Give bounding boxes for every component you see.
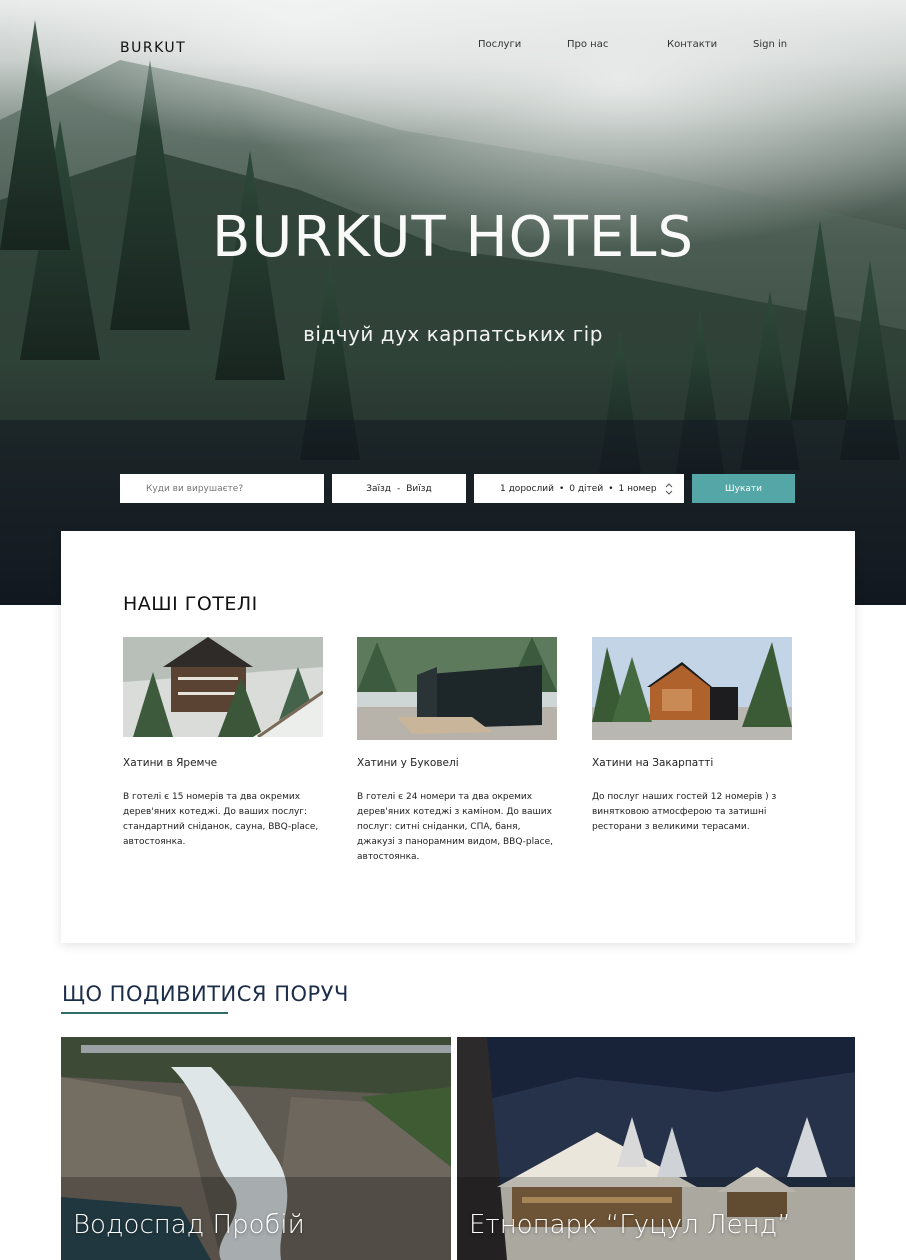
hotel-photo-zakarpattia[interactable] <box>592 637 792 740</box>
hotel-name[interactable]: Хатини у Буковелі <box>357 757 557 769</box>
hotel-description: До послуг наших гостей 12 номерів ) з ви… <box>592 792 777 832</box>
destination-field[interactable] <box>120 474 324 503</box>
hero-subtitle: відчуй дух карпатських гір <box>303 322 603 346</box>
nav-about[interactable]: Про нас <box>567 39 608 50</box>
attraction-caption: Водоспад Пробій <box>73 1210 305 1240</box>
destination-input[interactable] <box>146 483 316 494</box>
nav-contacts[interactable]: Контакти <box>667 39 717 50</box>
logo[interactable]: BURKUT <box>120 40 186 56</box>
hotel-name[interactable]: Хатини на Закарпатті <box>592 757 792 769</box>
guests-selector[interactable]: 1 дорослий • 0 дітей • 1 номер <box>474 474 684 503</box>
checkout-label: Виїзд <box>406 483 432 494</box>
nav-sign-in[interactable]: Sign in <box>753 39 787 50</box>
hotel-card-yaremche[interactable]: Хатини в Яремче В готелі є 15 номерів та… <box>123 637 323 850</box>
attraction-tile-waterfall[interactable]: Водоспад Пробій <box>61 1037 451 1260</box>
fog-overlay <box>0 0 906 605</box>
separator-dot: • <box>608 483 614 494</box>
attraction-tile-ethnopark[interactable]: Етнопарк “Гуцул Ленд” <box>457 1037 855 1260</box>
children-count: 0 дітей <box>569 483 604 494</box>
title-underline <box>61 1012 228 1014</box>
dates-separator: - <box>397 483 401 494</box>
hotel-name[interactable]: Хатини в Яремче <box>123 757 323 769</box>
hotel-photo-bukovel[interactable] <box>357 637 557 740</box>
attraction-caption: Етнопарк “Гуцул Ленд” <box>469 1210 791 1240</box>
search-button[interactable]: Шукати <box>692 474 795 503</box>
adults-count: 1 дорослий <box>500 483 554 494</box>
updown-chevron-icon[interactable] <box>664 481 674 497</box>
hero-section <box>0 0 906 605</box>
dates-picker[interactable]: Заїзд - Виїзд <box>332 474 466 503</box>
separator-dot: • <box>558 483 565 494</box>
hotel-description: В готелі є 24 номери та два окремих дере… <box>357 792 553 862</box>
hotels-title: НАШІ ГОТЕЛІ <box>123 593 258 615</box>
checkin-label: Заїзд <box>366 483 391 494</box>
hero-title: BURKUT HOTELS <box>211 205 695 270</box>
hotel-photo-yaremche[interactable] <box>123 637 323 737</box>
nav-services[interactable]: Послуги <box>478 39 521 50</box>
hotel-card-zakarpattia[interactable]: Хатини на Закарпатті До послуг наших гос… <box>592 637 792 835</box>
nearby-title: ЩО ПОДИВИТИСЯ ПОРУЧ <box>62 982 349 1006</box>
hotels-card: НАШІ ГОТЕЛІ Хатини в Яремче В готелі є 1… <box>61 531 855 943</box>
rooms-count: 1 номер <box>618 483 657 494</box>
hotel-card-bukovel[interactable]: Хатини у Буковелі В готелі є 24 номери т… <box>357 637 557 865</box>
hotel-description: В готелі є 15 номерів та два окремих дер… <box>123 792 319 847</box>
